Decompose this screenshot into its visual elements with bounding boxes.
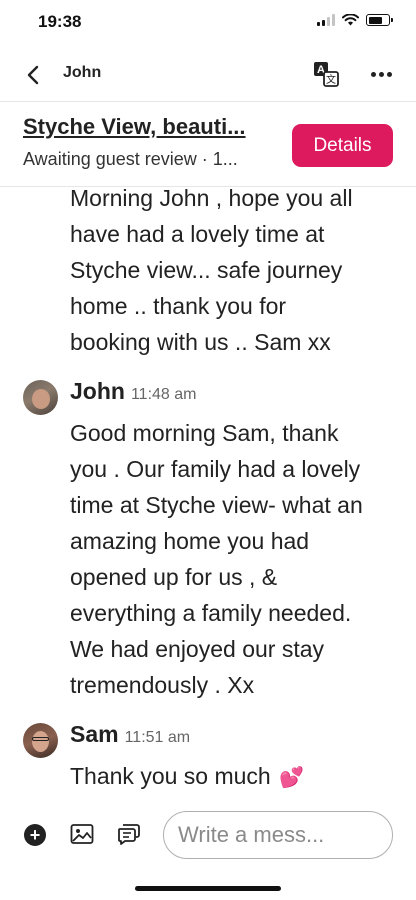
photo-button[interactable] (70, 823, 94, 845)
ellipsis-icon (370, 71, 376, 77)
back-button[interactable] (18, 60, 48, 90)
avatar-sam[interactable] (23, 723, 58, 758)
message-text: Morning John , hope you all have had a l… (70, 188, 353, 355)
battery-icon (366, 14, 393, 26)
message-composer: + (0, 810, 416, 862)
message-time: 11:51 am (124, 729, 191, 746)
home-indicator[interactable] (135, 886, 281, 891)
quick-reply-icon (118, 824, 140, 845)
translate-icon: A 文 (314, 62, 339, 87)
listing-header: Styche View, beauti... Awaiting guest re… (0, 101, 416, 187)
svg-text:文: 文 (326, 73, 336, 86)
message-text: Good morning Sam, thank you . Our family… (70, 420, 363, 698)
conversation-nav: John A 文 (0, 52, 416, 96)
details-button[interactable]: Details (292, 124, 393, 167)
wifi-icon (342, 14, 359, 26)
sender-name: John (70, 378, 125, 404)
conversation-title: John (63, 64, 102, 81)
sender-name: Sam (70, 721, 119, 747)
image-icon (70, 824, 94, 844)
listing-title-link[interactable]: Styche View, beauti... (23, 114, 275, 140)
plus-circle-icon: + (29, 825, 41, 845)
chevron-left-icon (27, 65, 39, 85)
message-thread[interactable]: Morning John , hope you all have had a l… (0, 188, 416, 808)
status-icons (317, 14, 393, 26)
message-row: Thank you so much 💕 (70, 758, 400, 796)
message-time: 11:48 am (130, 386, 197, 403)
reservation-status: Awaiting guest review · 1... (23, 149, 238, 169)
quick-reply-button[interactable] (117, 822, 141, 846)
heart-emoji-icon: 💕 (279, 767, 305, 789)
message-input[interactable] (163, 811, 393, 859)
more-options-button[interactable] (366, 60, 396, 88)
message-header: John 11:48 am (70, 378, 196, 405)
status-time: 19:38 (38, 12, 82, 31)
avatar-john[interactable] (23, 380, 58, 415)
message-text: Thank you so much (70, 763, 271, 789)
signal-icon (317, 14, 335, 26)
translate-button[interactable]: A 文 (312, 60, 340, 88)
status-bar: 19:38 (0, 0, 416, 44)
add-attachment-button[interactable]: + (24, 824, 46, 846)
message-header: Sam 11:51 am (70, 721, 190, 748)
